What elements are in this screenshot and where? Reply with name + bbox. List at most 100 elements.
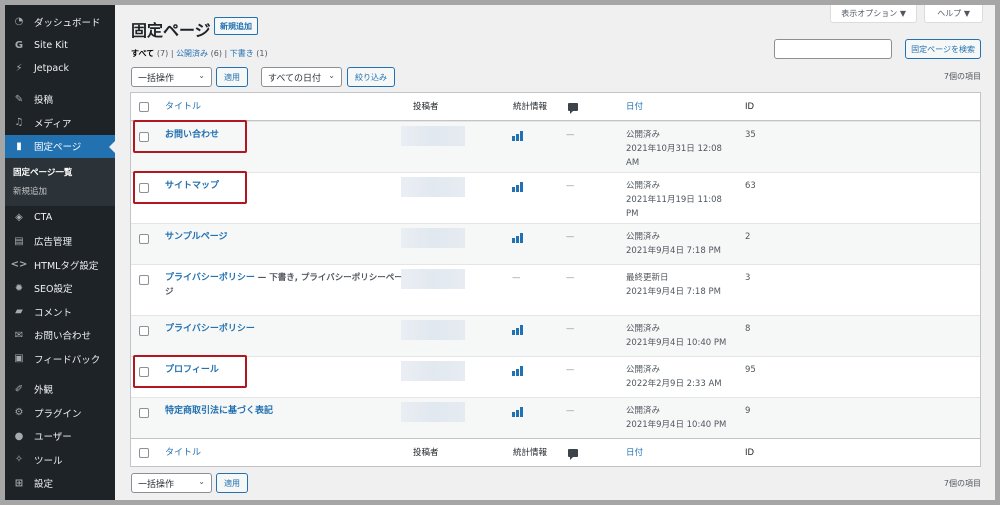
filter-draft[interactable]: 下書き — [230, 49, 254, 58]
sidebar-item-8[interactable]: <> HTMLタグ設定 — [5, 253, 115, 277]
dashboard-icon: ◔ — [14, 16, 24, 28]
post-date: 2021年9月4日 7:18 PM — [626, 246, 721, 256]
add-new-button[interactable]: 新規追加 — [214, 17, 258, 35]
row-checkbox[interactable] — [139, 234, 149, 244]
table-row: サイトマップ — 公開済み 2021年11月19日 11:08 PM 63 — [131, 171, 980, 223]
post-status: 公開済み — [626, 324, 661, 334]
column-author: 投稿者 — [413, 102, 439, 112]
stats-icon[interactable] — [512, 407, 523, 417]
sidebar-item-10[interactable]: ▰ コメント — [5, 300, 115, 324]
search-input[interactable] — [774, 39, 892, 59]
sidebar-item-0[interactable]: ◔ ダッシュボード — [5, 10, 115, 34]
sidebar-item-3[interactable]: ✎ 投稿 — [5, 88, 115, 112]
author-redacted — [401, 361, 465, 381]
bulk-action-select[interactable]: 一括操作 ⌄ — [131, 67, 212, 87]
filter-published[interactable]: 公開済み — [176, 49, 208, 58]
stats-icon[interactable] — [512, 325, 523, 335]
bulk-action-value: 一括操作 — [138, 73, 175, 84]
date-cell: 公開済み 2022年2月9日 2:33 AM — [626, 363, 736, 391]
row-checkbox[interactable] — [139, 275, 149, 285]
sidebar-item-label: Jetpack — [34, 63, 69, 75]
apply-button-bottom[interactable]: 適用 — [216, 473, 248, 493]
page-title: 固定ページ — [131, 21, 211, 40]
bulk-action-select-bottom[interactable]: 一括操作 ⌄ — [131, 473, 212, 493]
sidebar-item-4[interactable]: ♫ メディア — [5, 111, 115, 135]
sidebar-item-label: 固定ページ — [34, 142, 82, 154]
plugin-icon: ⚙ — [14, 407, 24, 419]
sidebar-item-14[interactable]: ⚙ プラグイン — [5, 401, 115, 425]
sidebar-item-2[interactable]: ⚡ Jetpack — [5, 57, 115, 81]
sidebar-item-12[interactable]: ▣ フィードバック — [5, 347, 115, 371]
item-count-bottom: 7個の項目 — [943, 479, 981, 488]
author-redacted — [401, 320, 465, 340]
post-id: 35 — [745, 130, 756, 140]
row-checkbox[interactable] — [139, 326, 149, 336]
highlight-box — [133, 120, 247, 153]
highlight-box — [133, 355, 247, 388]
stats-icon[interactable] — [512, 233, 523, 243]
comment-count: — — [566, 232, 575, 242]
post-date: 2021年10月31日 12:08 — [626, 144, 722, 154]
comment-count: — — [566, 181, 575, 191]
sidebar-item-13[interactable]: ✐ 外観 — [5, 378, 115, 402]
filter-all-label: すべて — [131, 49, 155, 58]
stats-none: — — [512, 273, 521, 283]
stats-icon[interactable] — [512, 131, 523, 141]
submenu-all-pages[interactable]: 固定ページ一覧 — [5, 162, 115, 181]
sidebar-item-16[interactable]: ✧ ツール — [5, 448, 115, 472]
submenu-add-new[interactable]: 新規追加 — [5, 181, 115, 200]
sidebar-item-5[interactable]: ▮ 固定ページ — [5, 134, 115, 158]
separator: | — [224, 49, 228, 58]
filter-draft-label: 下書き — [229, 49, 254, 58]
row-checkbox[interactable] — [139, 408, 149, 418]
page-title-link[interactable]: プライバシーポリシー — [165, 324, 255, 334]
post-id: 63 — [745, 181, 756, 191]
sidebar-item-7[interactable]: ▤ 広告管理 — [5, 230, 115, 254]
chevron-down-icon: ⌄ — [198, 477, 205, 486]
column-title[interactable]: タイトル — [165, 100, 201, 114]
column-title[interactable]: タイトル — [165, 446, 201, 460]
search-button[interactable]: 固定ページを検索 — [905, 39, 981, 59]
page-title-link[interactable]: 特定商取引法に基づく表記 — [165, 406, 273, 416]
sidebar-item-6[interactable]: ◈ CTA — [5, 206, 115, 230]
date-filter-value: すべての日付 — [268, 73, 322, 84]
apply-button[interactable]: 適用 — [216, 67, 248, 87]
post-date: 2021年11月19日 11:08 — [626, 195, 722, 205]
chevron-down-icon: ⌄ — [328, 71, 335, 80]
filter-all[interactable]: すべて (7) — [131, 49, 168, 58]
post-status: 公開済み — [626, 130, 661, 140]
stats-icon[interactable] — [512, 182, 523, 192]
sidebar-item-label: ダッシュボード — [34, 17, 101, 29]
post-date: 2021年9月4日 10:40 PM — [626, 338, 727, 348]
comment-count: — — [566, 324, 575, 334]
page-title-link[interactable]: サンプルページ — [165, 232, 228, 242]
post-date-suffix: AM — [626, 158, 640, 168]
column-id: ID — [745, 448, 755, 458]
post-status: 最終更新日 — [626, 273, 669, 283]
help-button[interactable]: ヘルプ ▼ — [924, 5, 983, 23]
sidebar-item-9[interactable]: ✹ SEO設定 — [5, 277, 115, 301]
sidebar-item-label: フィードバック — [34, 354, 101, 366]
status-filters: すべて (7) | 公開済み (6) | 下書き (1) — [131, 48, 268, 59]
date-filter-select[interactable]: すべての日付 ⌄ — [261, 67, 342, 87]
select-all-checkbox[interactable] — [139, 448, 149, 458]
page-title-link[interactable]: プライバシーポリシー — [165, 273, 255, 283]
sidebar-item-label: コメント — [34, 307, 73, 319]
column-date[interactable]: 日付 — [626, 100, 643, 114]
sidebar-item-11[interactable]: ✉ お問い合わせ — [5, 324, 115, 348]
mail-icon: ✉ — [14, 329, 24, 341]
sidebar-item-17[interactable]: ⊞ 設定 — [5, 472, 115, 496]
select-all-checkbox[interactable] — [139, 102, 149, 112]
filter-button[interactable]: 絞り込み — [347, 67, 395, 87]
table-header: タイトル 投稿者 統計情報 日付 ID — [131, 93, 980, 121]
column-date[interactable]: 日付 — [626, 446, 643, 460]
screen-options-button[interactable]: 表示オプション ▼ — [830, 5, 917, 23]
stats-icon[interactable] — [512, 366, 523, 376]
filter-all-count: (7) — [156, 49, 169, 58]
table-row: 特定商取引法に基づく表記 — 公開済み 2021年9月4日 10:40 PM 9 — [131, 397, 980, 438]
sidebar-item-label: 投稿 — [34, 95, 54, 107]
table-row: サンプルページ — 公開済み 2021年9月4日 7:18 PM 2 — [131, 223, 980, 264]
sidebar-item-15[interactable]: ● ユーザー — [5, 425, 115, 449]
post-status: 公開済み — [626, 365, 661, 375]
sidebar-item-1[interactable]: G Site Kit — [5, 34, 115, 58]
